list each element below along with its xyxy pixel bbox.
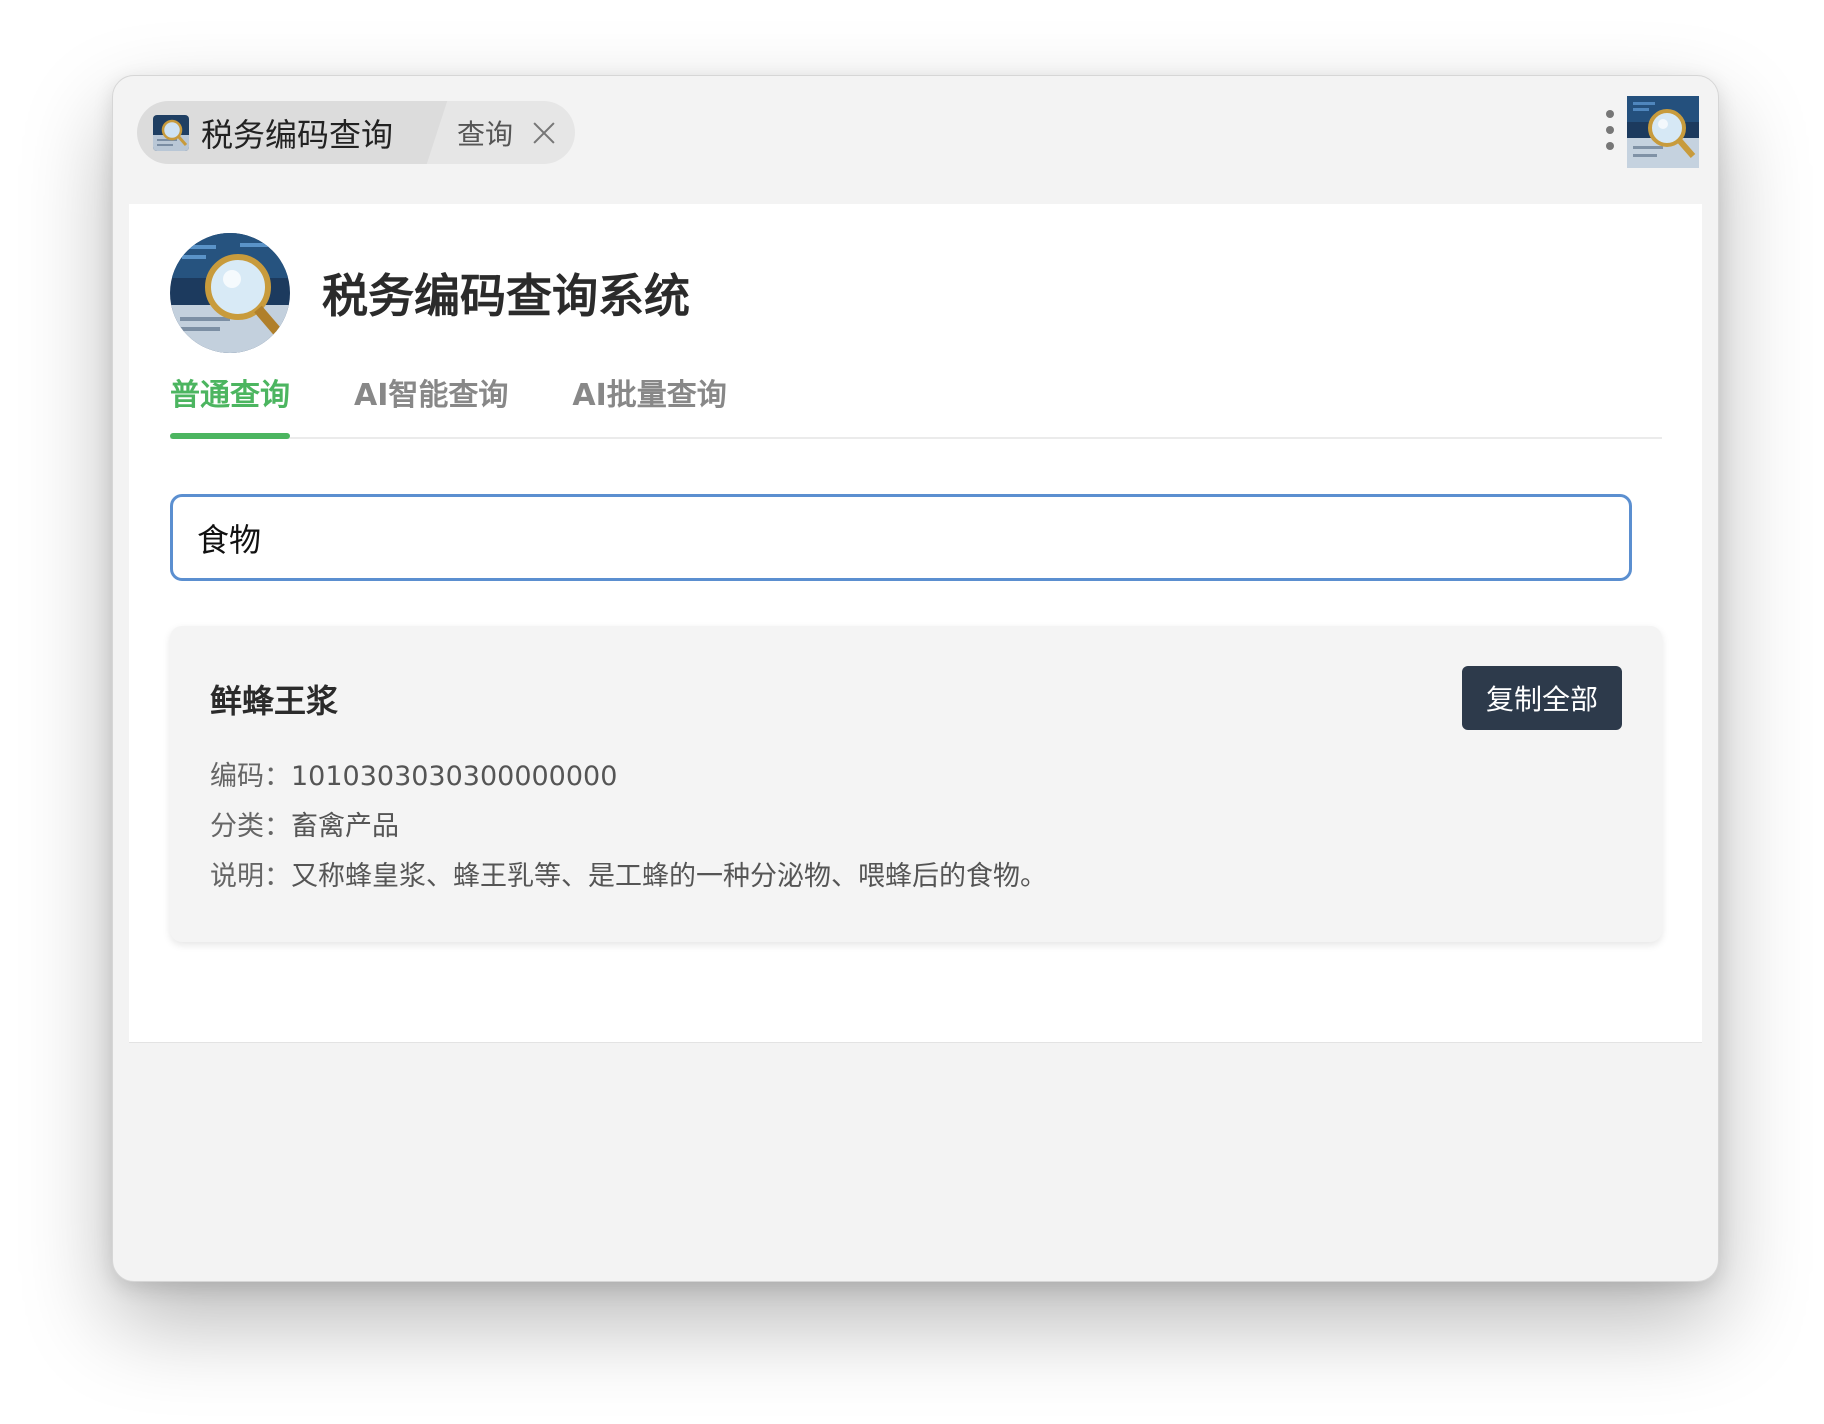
code-field: 编码：1010303030300000000	[210, 754, 617, 793]
content-panel: 税务编码查询系统 普通查询 AI智能查询 AI批量查询 鲜蜂王浆 复制全部 编码…	[129, 204, 1702, 1043]
screen: 税务编码查询 查询 税务编码查询系统 普通查询 AI智能查询 AI批量查询 食物…	[0, 0, 1824, 1424]
title-tab-group: 税务编码查询 查询	[137, 101, 576, 164]
result-name: 鲜蜂王浆	[210, 682, 339, 720]
app-thumbnail-icon[interactable]	[1627, 96, 1699, 168]
more-vertical-icon[interactable]	[1604, 110, 1616, 154]
app-logo	[170, 233, 290, 353]
query-mode-tabs: 普通查询 AI智能查询 AI批量查询	[170, 374, 1662, 439]
code-label: 编码：	[210, 761, 291, 792]
category-value: 畜禽产品	[291, 811, 399, 842]
tab-ai-smart-query[interactable]: AI智能查询	[354, 374, 508, 437]
window-tab-title: 税务编码查询	[201, 115, 394, 154]
category-field: 分类：畜禽产品	[210, 804, 399, 843]
close-icon[interactable]	[529, 118, 559, 148]
query-subtab-label: 查询	[457, 117, 514, 151]
tab-ai-batch-query[interactable]: AI批量查询	[572, 374, 726, 437]
category-label: 分类：	[210, 811, 291, 842]
search-input[interactable]	[170, 494, 1632, 581]
code-value: 1010303030300000000	[291, 761, 618, 792]
description-value: 又称蜂皇浆、蜂王乳等、是工蜂的一种分泌物、喂蜂后的食物。	[291, 861, 1047, 892]
magnifier-document-icon	[153, 114, 189, 151]
description-field: 说明：又称蜂皇浆、蜂王乳等、是工蜂的一种分泌物、喂蜂后的食物。	[210, 854, 1047, 893]
copy-all-button[interactable]: 复制全部	[1462, 666, 1622, 730]
tab-normal-query[interactable]: 普通查询	[170, 374, 290, 439]
page-title: 税务编码查询系统	[322, 269, 690, 323]
app-window: 税务编码查询 查询 税务编码查询系统 普通查询 AI智能查询 AI批量查询 食物…	[112, 75, 1719, 1282]
description-label: 说明：	[210, 861, 291, 892]
window-tab[interactable]: 税务编码查询	[137, 101, 424, 164]
query-subtab[interactable]: 查询	[423, 101, 576, 164]
page-header: 税务编码查询系统	[170, 233, 690, 353]
result-card: 鲜蜂王浆 复制全部 编码：1010303030300000000 分类：畜禽产品…	[170, 626, 1662, 942]
